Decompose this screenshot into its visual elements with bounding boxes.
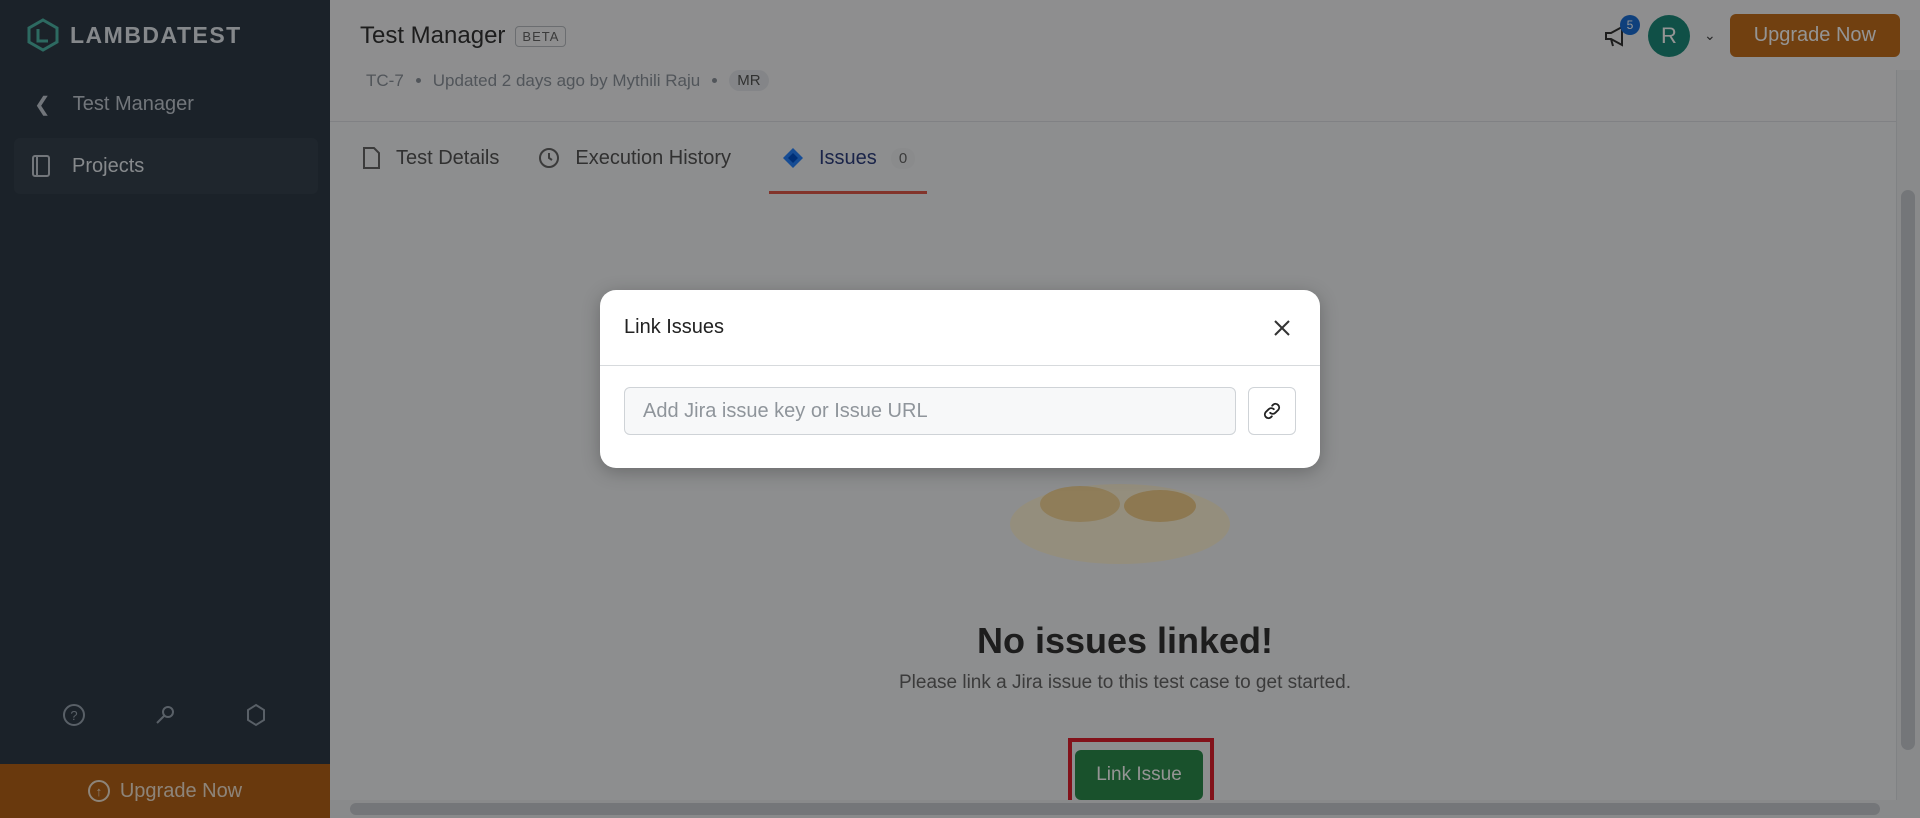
close-icon — [1274, 319, 1290, 336]
jira-issue-input[interactable] — [624, 387, 1236, 435]
dialog-header: Link Issues — [600, 290, 1320, 366]
close-button[interactable] — [1268, 314, 1296, 342]
dialog-title: Link Issues — [624, 316, 725, 338]
link-submit-button[interactable] — [1248, 387, 1296, 435]
dialog-body — [600, 366, 1320, 456]
link-icon — [1263, 402, 1281, 420]
link-issues-dialog: Link Issues — [600, 290, 1320, 468]
